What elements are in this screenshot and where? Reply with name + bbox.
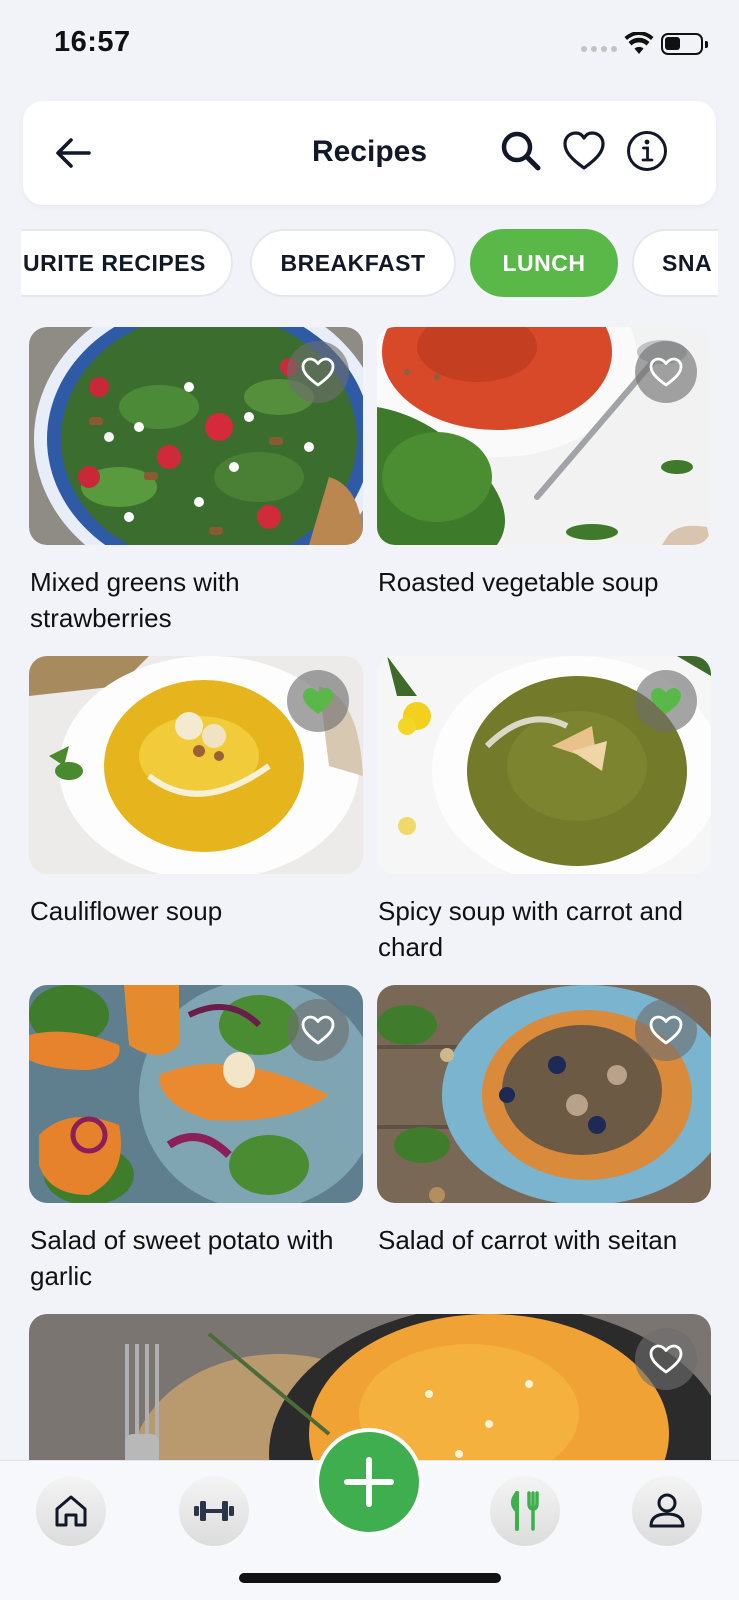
favorite-button[interactable] xyxy=(635,1328,697,1390)
info-icon[interactable] xyxy=(623,127,671,175)
nav-profile-button[interactable] xyxy=(632,1476,702,1546)
heart-outline-icon xyxy=(649,1344,683,1374)
tab-favourite-recipes[interactable]: URITE RECIPES xyxy=(21,229,233,297)
tab-snacks[interactable]: SNA xyxy=(632,229,718,297)
favorite-button[interactable] xyxy=(287,999,349,1061)
recipe-title: Salad of carrot with seitan xyxy=(378,1225,678,1255)
nav-workout-button[interactable] xyxy=(179,1476,249,1546)
search-icon[interactable] xyxy=(497,127,545,175)
favorite-button[interactable] xyxy=(287,670,349,732)
home-indicator[interactable] xyxy=(239,1573,501,1583)
fork-knife-icon xyxy=(511,1491,539,1531)
page-title: Recipes xyxy=(311,135,428,168)
heart-filled-icon xyxy=(651,688,681,714)
wifi-icon xyxy=(624,32,654,54)
favorite-button[interactable] xyxy=(635,670,697,732)
dumbbell-icon xyxy=(194,1501,234,1521)
tab-lunch[interactable]: LUNCH xyxy=(470,229,618,297)
nav-recipes-button[interactable] xyxy=(490,1476,560,1546)
favorite-button[interactable] xyxy=(635,999,697,1061)
status-bar: 16:57 xyxy=(0,0,739,90)
heart-outline-icon xyxy=(649,1015,683,1045)
favorite-button[interactable] xyxy=(287,341,349,403)
recipe-title: Spicy soup with carrot and chard xyxy=(378,896,683,962)
plus-icon xyxy=(344,1457,394,1507)
add-button[interactable] xyxy=(315,1428,423,1536)
heart-outline-icon xyxy=(649,357,683,387)
status-time: 16:57 xyxy=(54,26,131,58)
recipe-title: Roasted vegetable soup xyxy=(378,567,659,597)
heart-outline-icon xyxy=(301,357,335,387)
heart-filled-icon xyxy=(303,688,333,714)
cellular-signal-icon xyxy=(581,46,617,52)
tab-breakfast[interactable]: BREAKFAST xyxy=(250,229,456,297)
category-tabs: URITE RECIPES BREAKFAST LUNCH SNA xyxy=(21,229,718,301)
favorite-button[interactable] xyxy=(635,341,697,403)
nav-home-button[interactable] xyxy=(36,1476,106,1546)
recipe-title: Mixed greens with strawberries xyxy=(30,567,240,633)
user-icon xyxy=(649,1493,685,1528)
header-bar: Recipes xyxy=(23,101,716,205)
favorites-heart-icon[interactable] xyxy=(560,127,608,175)
battery-icon xyxy=(661,33,708,55)
heart-outline-icon xyxy=(301,1015,335,1045)
recipe-title: Salad of sweet potato with garlic xyxy=(30,1225,334,1291)
home-icon xyxy=(55,1495,87,1527)
recipe-title: Cauliflower soup xyxy=(30,896,223,926)
